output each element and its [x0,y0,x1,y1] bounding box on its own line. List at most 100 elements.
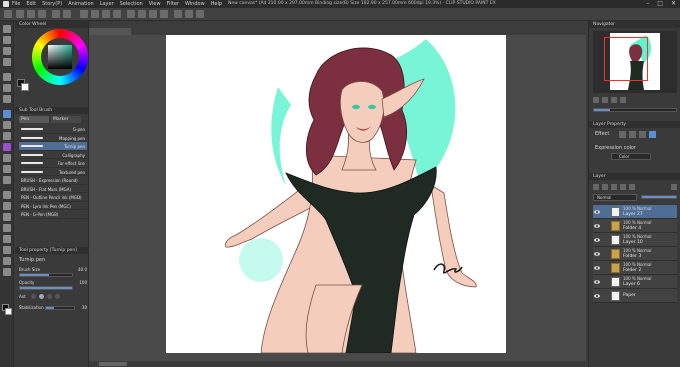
paste-icon[interactable] [113,10,121,18]
artboard[interactable] [166,35,506,353]
app-logo-icon[interactable] [3,1,9,7]
layer-row[interactable]: 100 % Normal Layer 6 [593,275,677,289]
anti-alias-medium-icon[interactable] [47,294,52,299]
balloon-tool-icon[interactable] [3,257,11,265]
visibility-eye-icon[interactable] [594,279,600,285]
save-icon[interactable] [38,10,46,18]
zoom-out-icon[interactable] [602,97,608,103]
sub-color-swatch[interactable] [5,308,12,315]
pen-tool-icon[interactable] [3,110,11,118]
brush-item[interactable]: BRUSH - Expression (Round) [19,176,87,185]
navigator-zoom-slider[interactable] [593,108,677,112]
anti-alias-none-icon[interactable] [31,294,36,299]
clipping-icon[interactable] [620,184,626,190]
undo-icon[interactable] [52,10,60,18]
cut-icon[interactable] [91,10,99,18]
deselect-icon[interactable] [138,10,146,18]
canvas-tab[interactable]: New canvas* [89,28,131,45]
eraser-tool-icon[interactable] [3,165,11,173]
hand-tool-icon[interactable] [3,36,11,44]
snap-ruler-icon[interactable] [174,10,182,18]
anti-alias-weak-icon[interactable] [39,294,44,299]
visibility-eye-icon[interactable] [594,251,600,257]
eyedropper-tool-icon[interactable] [3,95,11,103]
decoration-tool-icon[interactable] [3,154,11,162]
layer-row[interactable]: 100 % Normal Folder 4 [593,219,677,233]
tab-marker[interactable]: Marker [51,116,81,123]
menu-selection[interactable]: Selection [120,1,143,7]
show-selection-icon[interactable] [160,10,168,18]
opacity-value[interactable]: 100 [79,280,87,285]
anti-alias-strong-icon[interactable] [55,294,60,299]
redo-icon[interactable] [63,10,71,18]
visibility-eye-icon[interactable] [594,209,600,215]
menu-layer[interactable]: Layer [100,1,114,7]
visibility-eye-icon[interactable] [594,223,600,229]
new-raster-layer-icon[interactable] [593,184,599,190]
scrollbar-thumb[interactable] [99,362,127,366]
layer-row[interactable]: Paper [593,289,677,303]
blend-mode-select[interactable]: Normal [593,194,637,201]
stabilization-slider[interactable] [45,306,75,310]
saturation-value-square[interactable] [48,45,72,69]
layer-row[interactable]: 100 % Normal Layer 10 [593,233,677,247]
selection-tool-icon[interactable] [3,73,11,81]
brush-item[interactable]: Mapping pen [19,134,87,142]
menu-edit[interactable]: Edit [26,1,36,7]
layer-row[interactable]: 100 % Normal Folder 3 [593,247,677,261]
expression-color-select[interactable]: Color [611,153,651,160]
brush-item[interactable]: Calligraphy [19,151,87,159]
opacity-slider[interactable] [19,286,73,290]
visibility-eye-icon[interactable] [594,265,600,271]
layer-color-icon[interactable] [649,131,656,138]
brush-size-value[interactable]: 40.0 [78,267,87,272]
menu-help[interactable]: Help [211,1,222,7]
menu-filter[interactable]: Filter [167,1,179,7]
zoom-tool-icon[interactable] [3,25,11,33]
text-tool-icon[interactable] [3,246,11,254]
brush-item[interactable]: PEN - G-Pen (MGB) [19,210,87,219]
sub-drawing-color[interactable] [21,83,29,91]
brush-item-selected[interactable]: Turnip pen [19,142,87,151]
correct-line-tool-icon[interactable] [3,268,11,276]
brush-item[interactable]: PEN - Outline Pencil ink (MGD) [19,193,87,202]
airbrush-tool-icon[interactable] [3,143,11,151]
operation-tool-icon[interactable] [3,47,11,55]
brush-item[interactable]: Textured pen [19,168,87,176]
gradient-tool-icon[interactable] [3,202,11,210]
close-button[interactable]: ✕ [671,1,676,7]
brush-item[interactable]: BRUSH - Flat Mars (MGA) [19,185,87,193]
clear-icon[interactable] [80,10,88,18]
new-vector-layer-icon[interactable] [602,184,608,190]
new-file-icon[interactable] [16,10,24,18]
brush-item[interactable]: G-pen [19,125,87,134]
auto-select-tool-icon[interactable] [3,84,11,92]
figure-tool-icon[interactable] [3,213,11,221]
blend-tool-icon[interactable] [3,176,11,184]
menu-animation[interactable]: Animation [68,1,94,7]
navigator-preview[interactable] [593,31,677,93]
app-icon[interactable] [4,10,12,18]
navigator-view-rectangle[interactable] [604,37,648,81]
layer-row[interactable]: 100 % Normal Folder 2 [593,261,677,275]
move-layer-tool-icon[interactable] [3,58,11,66]
zoom-in-icon[interactable] [593,97,599,103]
minimize-button[interactable]: – [646,1,649,7]
new-folder-icon[interactable] [611,184,617,190]
snap-grid-icon[interactable] [185,10,193,18]
menu-window[interactable]: Window [185,1,205,7]
color-wheel[interactable] [32,29,88,85]
tab-pen[interactable]: Pen [19,116,49,123]
open-file-icon[interactable] [27,10,35,18]
brush-tool-icon[interactable] [3,132,11,140]
tone-icon[interactable] [639,131,646,138]
menu-file[interactable]: File [12,1,20,7]
layer-row[interactable]: 100 % Normal Layer 27 [593,205,677,219]
delete-layer-icon[interactable] [671,184,677,190]
menu-story[interactable]: Story(P) [42,1,62,7]
border-effect-icon[interactable] [619,131,626,138]
invert-selection-icon[interactable] [149,10,157,18]
horizontal-scrollbar[interactable] [89,361,586,367]
brush-item[interactable]: PEN - Lyra Ink Pen (MGC) [19,202,87,210]
extract-line-icon[interactable] [629,131,636,138]
